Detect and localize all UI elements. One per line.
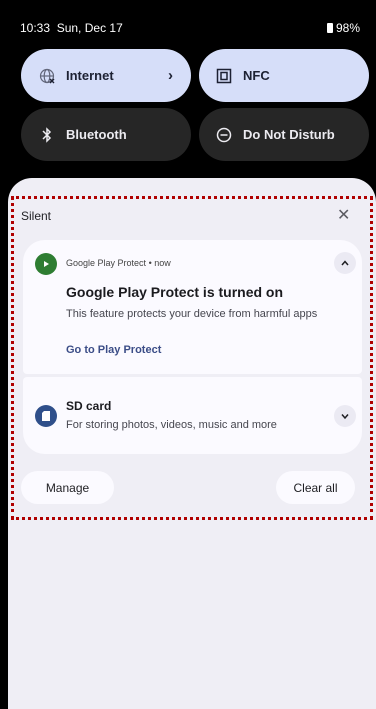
- close-icon[interactable]: ✕: [337, 205, 350, 225]
- sd-card-title: SD card: [66, 399, 112, 413]
- date: Sun, Dec 17: [56, 21, 123, 35]
- collapse-button[interactable]: [334, 252, 356, 274]
- tile-do-not-disturb[interactable]: Do Not Disturb: [199, 108, 369, 161]
- go-to-play-protect-link[interactable]: Go to Play Protect: [66, 344, 161, 356]
- bluetooth-icon: [38, 126, 56, 144]
- chevron-right-icon: ›: [168, 67, 173, 84]
- status-bar: 10:33 Sun, Dec 17 98%: [0, 0, 376, 40]
- tile-internet[interactable]: Internet ›: [21, 49, 191, 102]
- nfc-icon: [215, 67, 233, 85]
- play-protect-icon: [35, 253, 57, 275]
- tile-bluetooth-label: Bluetooth: [66, 127, 127, 142]
- notification-header: Google Play Protect • now: [66, 258, 171, 268]
- expand-button[interactable]: [334, 405, 356, 427]
- tile-nfc-label: NFC: [243, 68, 270, 83]
- wifi-globe-icon: [38, 67, 56, 85]
- chevron-up-icon: [341, 260, 349, 266]
- notification-body: This feature protects your device from h…: [66, 308, 318, 320]
- sd-card-body: For storing photos, videos, music and mo…: [66, 419, 277, 431]
- timestamp: now: [154, 258, 171, 268]
- clock: 10:33: [20, 21, 51, 35]
- notification-sd-card[interactable]: SD card For storing photos, videos, musi…: [23, 377, 362, 454]
- manage-button[interactable]: Manage: [21, 471, 114, 504]
- tile-internet-label: Internet: [66, 68, 114, 83]
- tile-bluetooth[interactable]: Bluetooth: [21, 108, 191, 161]
- battery-indicator: 98%: [326, 21, 360, 35]
- do-not-disturb-icon: [215, 126, 233, 144]
- sd-card-icon: [35, 405, 57, 427]
- battery-icon: [326, 23, 333, 33]
- header-separator: •: [148, 258, 152, 268]
- tile-dnd-label: Do Not Disturb: [243, 127, 335, 142]
- battery-level: 98%: [335, 21, 360, 35]
- tile-nfc[interactable]: NFC: [199, 49, 369, 102]
- app-name: Google Play Protect: [66, 258, 147, 268]
- chevron-down-icon: [341, 414, 349, 420]
- notification-title: Google Play Protect is turned on: [66, 284, 284, 300]
- status-time-date: 10:33 Sun, Dec 17: [20, 21, 123, 35]
- notification-play-protect[interactable]: Google Play Protect • now Google Play Pr…: [23, 240, 362, 374]
- clear-all-button[interactable]: Clear all: [276, 471, 355, 504]
- section-title-silent: Silent: [21, 209, 52, 223]
